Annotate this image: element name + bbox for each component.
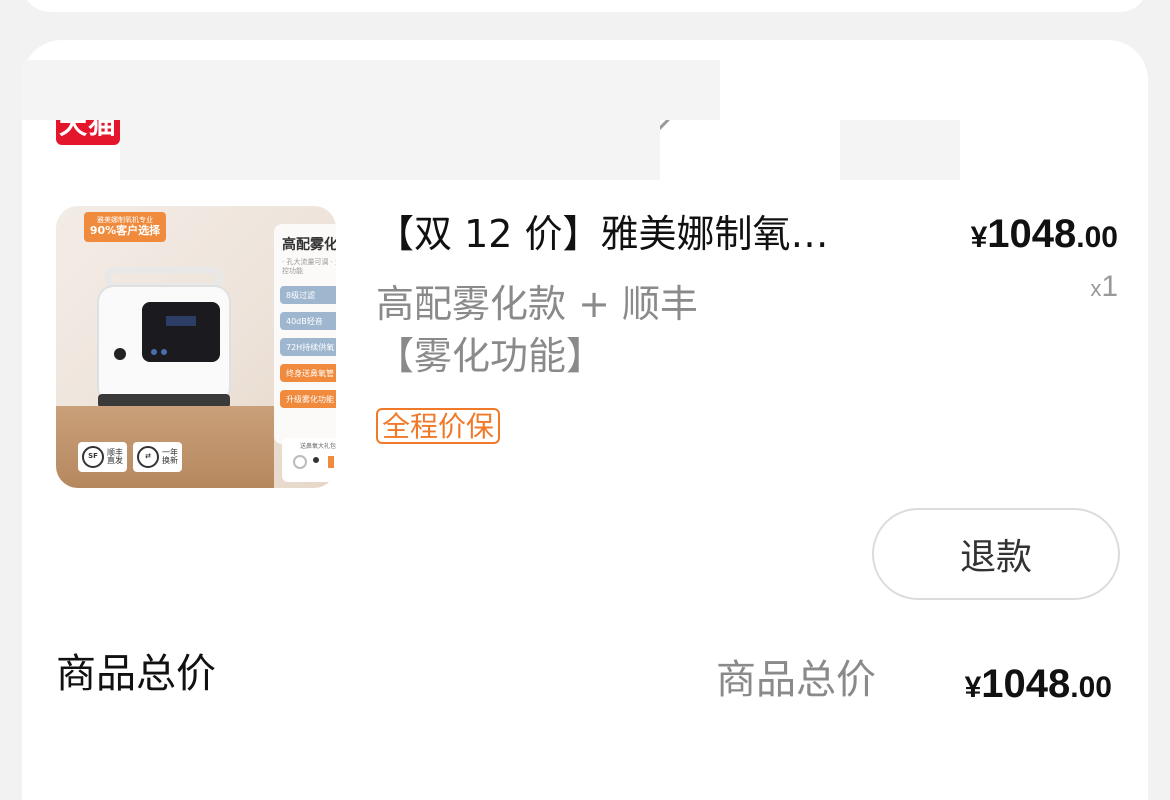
sf-express-icon: SF [82, 446, 104, 468]
quantity-value: 1 [1101, 270, 1118, 303]
feature-tag: 40dB轻音 [280, 312, 336, 330]
oxygen-concentrator-image [97, 267, 231, 408]
subtotal-decimal: .00 [1070, 671, 1112, 704]
sku-line-2: 【雾化功能】 [376, 334, 605, 378]
previous-card [22, 0, 1148, 12]
feature-tag: 升级雾化功能 [280, 390, 336, 408]
gift-pack-box: 送鼻氧大礼包 [282, 438, 336, 482]
thumbnail-top-badge-line2: 90%客户选择 [89, 223, 161, 237]
feature-panel: 高配雾化款 · 孔大流量可调 · 大屏触控 · 遥控功能 8级过滤 40dB轻音… [274, 224, 336, 444]
sf-delivery-chip: SF 顺丰 直发 [78, 442, 127, 472]
subtotal-label: 商品总价 [716, 657, 876, 703]
product-quantity: x1 [1090, 270, 1118, 304]
refund-button[interactable]: 退款 [872, 508, 1120, 600]
swap-icon: ⇄ [137, 446, 159, 468]
feature-tag: 72H持续供氧 [280, 338, 336, 356]
thumbnail-top-badge: 雅美娜制氧机专业 90%客户选择 [84, 212, 166, 242]
privacy-mask [840, 120, 960, 180]
swap-chip-line2: 换新 [162, 456, 178, 465]
price-decimal: .00 [1076, 221, 1118, 254]
sf-chip-line2: 直发 [107, 456, 123, 465]
price-currency: ¥ [970, 221, 988, 254]
thumbnail-service-chips: SF 顺丰 直发 ⇄ 一年 换新 [78, 442, 182, 472]
feature-tag: 8级过滤 [280, 286, 336, 304]
feature-tag: 终身送鼻氧管 [280, 364, 336, 382]
sku-line-1: 高配雾化款 + 顺丰 [376, 282, 698, 326]
swap-chip: ⇄ 一年 换新 [133, 442, 182, 472]
subtotal-price: ¥1048.00 [965, 656, 1112, 716]
product-title[interactable]: 【双 12 价】雅美娜制氧… [376, 206, 896, 262]
product-price: ¥1048.00 [971, 206, 1118, 266]
privacy-mask [22, 60, 720, 120]
subtotal-currency: ¥ [964, 671, 982, 704]
quantity-prefix: x [1090, 276, 1102, 301]
feature-panel-title: 高配雾化款 [282, 237, 336, 253]
privacy-mask [120, 120, 660, 180]
price-integer: 1048 [987, 212, 1077, 256]
subtotal-integer: 1048 [981, 662, 1071, 706]
product-thumbnail[interactable]: 雅美娜制氧机专业 90%客户选择 高配雾化款 · 孔大流量可调 · 大屏触控 ·… [56, 206, 336, 488]
price-guarantee-badge: 全程价保 [376, 408, 501, 444]
gift-pack-label: 送鼻氧大礼包 [299, 443, 336, 450]
subtotal-heading: 商品总价 [56, 651, 216, 697]
feature-panel-subtitle: · 孔大流量可调 · 大屏触控 · 遥控功能 [282, 258, 336, 276]
gift-items-icon [293, 455, 334, 469]
